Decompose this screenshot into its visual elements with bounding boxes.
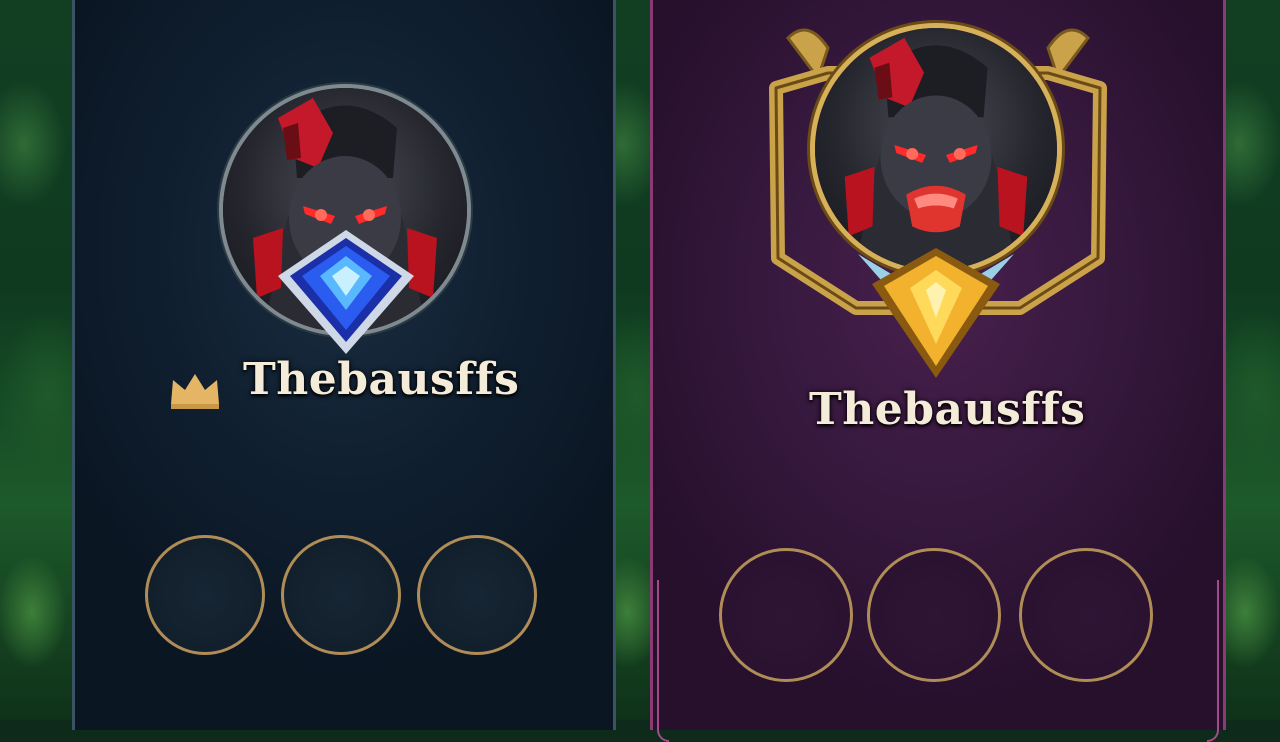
panel-edge-right — [1207, 580, 1219, 742]
badge-slot-2[interactable] — [281, 535, 401, 655]
player-name: Thebausffs — [809, 384, 1086, 435]
player-card-purple[interactable]: Thebausffs — [650, 0, 1226, 742]
badge-slot-1[interactable] — [719, 548, 853, 682]
diamond-emblem-icon — [278, 230, 414, 354]
forest-background-right — [1222, 0, 1280, 720]
crown-icon — [171, 374, 219, 409]
gold-emblem-icon — [858, 248, 1014, 378]
champion-portrait-icon — [844, 37, 1028, 270]
player-card-blue[interactable]: Thebausffs — [72, 0, 616, 730]
panel-edge-left — [657, 580, 669, 742]
summoner-icon — [815, 28, 1057, 270]
player-name: Thebausffs — [243, 354, 520, 405]
forest-background-left — [0, 0, 80, 720]
badge-slot-3[interactable] — [417, 535, 537, 655]
badge-slot-1[interactable] — [145, 535, 265, 655]
badge-slot-3[interactable] — [1019, 548, 1153, 682]
badge-slot-2[interactable] — [867, 548, 1001, 682]
forest-background-middle — [610, 0, 654, 720]
